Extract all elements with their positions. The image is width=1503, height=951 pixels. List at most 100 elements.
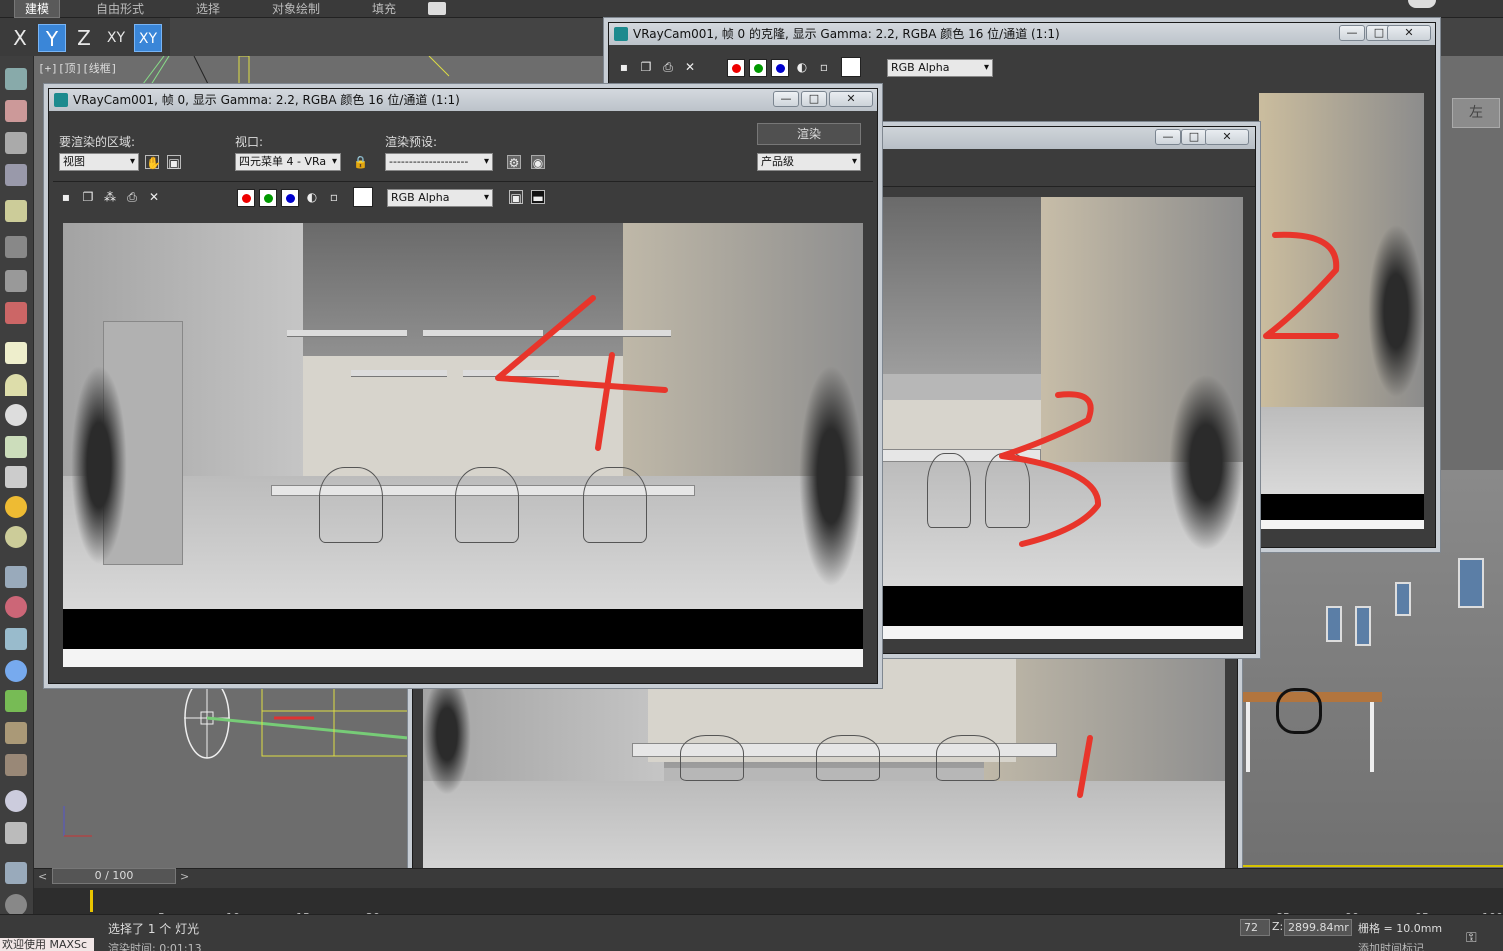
ribbon-tab-object-paint[interactable]: 对象绘制	[272, 0, 320, 18]
preset-select[interactable]: --------------------	[385, 153, 493, 171]
environment-icon[interactable]: ◉	[531, 155, 545, 170]
channel-select[interactable]: RGB Alpha	[387, 189, 493, 207]
axis-xy-button[interactable]: XY	[102, 24, 130, 52]
viewport-select[interactable]: 四元菜单 4 - VRa	[235, 153, 341, 171]
vray-app-icon	[54, 93, 68, 107]
color-swatch[interactable]	[841, 57, 861, 77]
disc-icon[interactable]	[5, 526, 27, 548]
area-label: 要渲染的区域:	[59, 135, 136, 149]
print-icon[interactable]: ⎙	[661, 60, 675, 74]
ribbon-tab-modeling[interactable]: 建模	[14, 0, 61, 18]
close-button[interactable]: ✕	[1205, 129, 1249, 145]
ribbon-options-icon[interactable]	[428, 2, 446, 15]
wave-icon[interactable]	[5, 270, 27, 292]
alpha-toggle-icon[interactable]: ◐	[305, 190, 319, 204]
red-channel-toggle[interactable]	[237, 189, 255, 207]
plane-icon[interactable]	[5, 342, 27, 364]
teapot-icon[interactable]	[5, 68, 27, 90]
print-icon[interactable]: ⎙	[125, 190, 139, 204]
coord-x-field[interactable]: 72	[1240, 919, 1270, 936]
minimize-button[interactable]: —	[1339, 25, 1365, 41]
help-icon[interactable]	[1408, 0, 1436, 8]
channel-select[interactable]: RGB Alpha	[887, 59, 993, 77]
grass-icon[interactable]	[5, 690, 27, 712]
help-circle-icon[interactable]	[5, 894, 27, 916]
left-toolbar	[0, 56, 34, 918]
render-icon[interactable]	[5, 100, 27, 122]
axis-xy-snap-button[interactable]: XY	[134, 24, 162, 52]
time-cursor[interactable]	[90, 890, 93, 912]
vfb-main-titlebar[interactable]: VRayCam001, 帧 0, 显示 Gamma: 2.2, RGBA 颜色 …	[49, 89, 877, 111]
area-select[interactable]: 视图	[59, 153, 139, 171]
frame-icon[interactable]	[5, 628, 27, 650]
timeline[interactable]	[34, 868, 1503, 888]
vfb-window-2-titlebar[interactable]: VRayCam001, 帧 0 的克隆, 显示 Gamma: 2.2, RGBA…	[609, 23, 1435, 45]
ribbon-tab-selection[interactable]: 选择	[196, 0, 220, 18]
light-icon[interactable]	[5, 200, 27, 222]
next-frame-icon[interactable]: >	[180, 870, 189, 883]
render-setup-icon[interactable]: ⚙	[507, 155, 521, 170]
time-slider[interactable]: 0 / 100	[52, 868, 176, 884]
viewport-label[interactable]: [+][顶][线框]	[38, 60, 117, 76]
mono-toggle-icon[interactable]: ▫	[817, 60, 831, 74]
layers-icon[interactable]	[5, 862, 27, 884]
blue-channel-toggle[interactable]	[771, 59, 789, 77]
red-channel-toggle[interactable]	[727, 59, 745, 77]
coord-z-field[interactable]: 2899.84mr	[1284, 919, 1352, 936]
green-channel-toggle[interactable]	[259, 189, 277, 207]
sphere-light-icon[interactable]	[5, 404, 27, 426]
ribbon-tab-populate[interactable]: 填充	[372, 0, 396, 18]
list-icon[interactable]	[5, 132, 27, 154]
render-button[interactable]: 渲染	[757, 123, 861, 145]
mono-toggle-icon[interactable]: ▫	[327, 190, 341, 204]
cone-icon[interactable]	[5, 466, 27, 488]
alpha-toggle-icon[interactable]: ◐	[795, 60, 809, 74]
grid-icon[interactable]	[5, 566, 27, 588]
lock-icon[interactable]: 🔒	[353, 155, 368, 169]
prev-frame-icon[interactable]: <	[38, 870, 47, 883]
maxscript-listener[interactable]: 欢迎使用 MAXSc	[0, 938, 94, 951]
edit-region-icon[interactable]: ✋	[145, 155, 161, 170]
quality-select[interactable]: 产品级	[757, 153, 861, 171]
hf-icon[interactable]	[5, 722, 27, 744]
copy-icon[interactable]: ❐	[639, 60, 653, 74]
gear-icon[interactable]	[5, 660, 27, 682]
green-channel-toggle[interactable]	[749, 59, 767, 77]
auto-region-icon[interactable]: ▣	[167, 155, 181, 170]
color-swatch[interactable]	[353, 187, 373, 207]
add-time-tag[interactable]: 添加时间标记	[1358, 940, 1424, 951]
ribbon-tab-freeform[interactable]: 自由形式	[96, 0, 144, 18]
maximize-button[interactable]: □	[801, 91, 827, 107]
fur-icon[interactable]	[5, 754, 27, 776]
save-icon[interactable]: ▪	[59, 190, 73, 204]
axis-x-button[interactable]: X	[6, 24, 34, 52]
chair	[1276, 688, 1322, 734]
save-icon[interactable]: ▪	[617, 60, 631, 74]
frame-icon[interactable]: ▣	[509, 190, 523, 205]
axis-z-button[interactable]: Z	[70, 24, 98, 52]
display-icon[interactable]: ▬	[531, 190, 545, 205]
copy-icon[interactable]: ❐	[81, 190, 95, 204]
ball-icon[interactable]	[5, 790, 27, 812]
dome-icon[interactable]	[5, 374, 27, 396]
molecule-icon[interactable]	[5, 596, 27, 618]
calculator-icon[interactable]	[5, 822, 27, 844]
minimize-button[interactable]: —	[773, 91, 799, 107]
key-icon[interactable]: ⚿	[1466, 930, 1477, 946]
film-icon[interactable]	[5, 302, 27, 324]
axis-y-button[interactable]: Y	[38, 24, 66, 52]
table-icon[interactable]	[5, 164, 27, 186]
sun-icon[interactable]	[5, 496, 27, 518]
clear-icon[interactable]: ✕	[683, 60, 697, 74]
clone-icon[interactable]: ⁂	[103, 190, 117, 204]
close-button[interactable]: ✕	[829, 91, 873, 107]
maximize-button[interactable]: □	[1181, 129, 1207, 145]
vfb-main-toolbar: ▪ ❐ ⁂ ⎙ ✕ ◐ ▫ RGB Alpha ▣ ▬	[49, 185, 877, 209]
clear-icon[interactable]: ✕	[147, 190, 161, 204]
blue-channel-toggle[interactable]	[281, 189, 299, 207]
close-button[interactable]: ✕	[1387, 25, 1431, 41]
minimize-button[interactable]: —	[1155, 129, 1181, 145]
viewcube[interactable]: 左	[1452, 98, 1500, 128]
spot-icon[interactable]	[5, 436, 27, 458]
camera-icon[interactable]	[5, 236, 27, 258]
